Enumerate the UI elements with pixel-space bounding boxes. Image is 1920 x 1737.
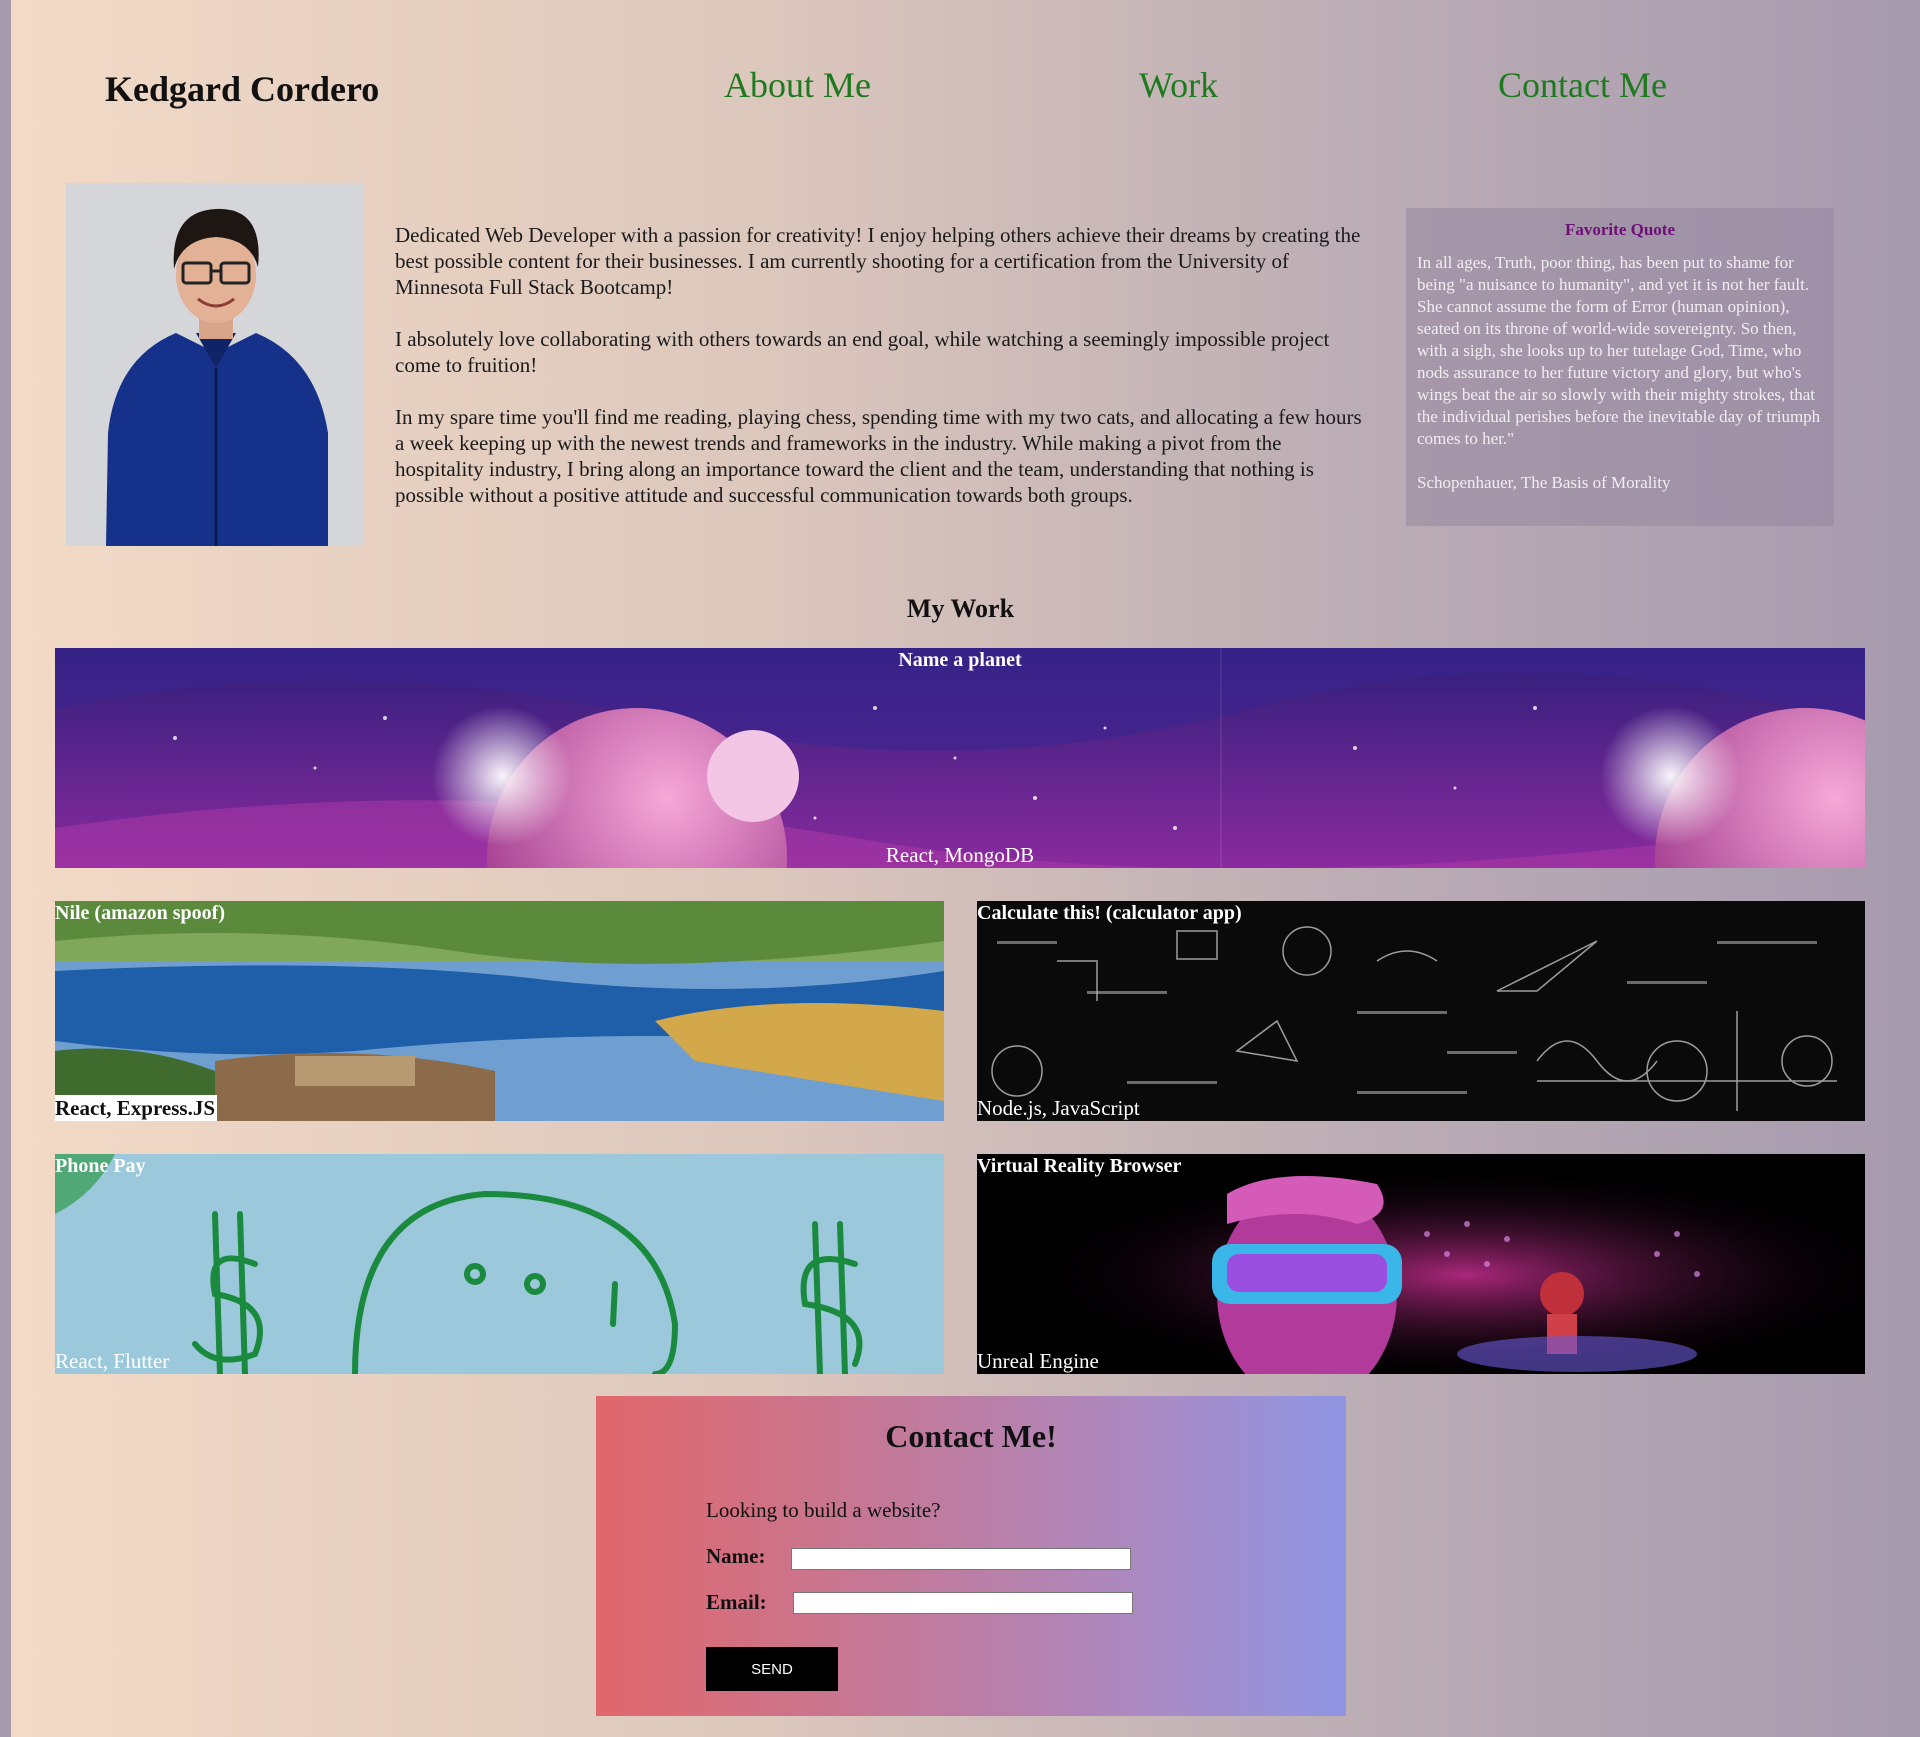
name-input[interactable] bbox=[791, 1548, 1131, 1570]
about-paragraph: Dedicated Web Developer with a passion f… bbox=[395, 223, 1361, 299]
send-button[interactable]: SEND bbox=[706, 1647, 838, 1691]
project-image-dollar-drawing bbox=[55, 1154, 944, 1374]
project-title: Phone Pay bbox=[55, 1155, 146, 1177]
about-me-text: Dedicated Web Developer with a passion f… bbox=[395, 222, 1365, 534]
project-image-space bbox=[55, 648, 1865, 868]
project-tech: Unreal Engine bbox=[977, 1349, 1099, 1373]
project-card-phone-pay[interactable]: Phone Pay React, Flutter bbox=[55, 1154, 944, 1374]
work-section-title: My Work bbox=[906, 594, 1015, 623]
about-paragraph: In my spare time you'll find me reading,… bbox=[395, 405, 1362, 507]
project-card-vr-browser[interactable]: Virtual Reality Browser Unreal Engine bbox=[977, 1154, 1865, 1374]
project-card-name-a-planet[interactable]: Name a planet React, MongoDB bbox=[55, 648, 1865, 868]
about-paragraph: I absolutely love collaborating with oth… bbox=[395, 327, 1330, 377]
project-image-chalkboard bbox=[977, 901, 1865, 1121]
email-label: Email: bbox=[706, 1590, 767, 1614]
project-tech: React, Flutter bbox=[55, 1349, 170, 1373]
quote-text: In all ages, Truth, poor thing, has been… bbox=[1417, 253, 1821, 448]
nav-contact-me[interactable]: Contact Me bbox=[1498, 64, 1667, 106]
project-image-nile-river bbox=[55, 901, 944, 1121]
email-input[interactable] bbox=[793, 1592, 1133, 1614]
project-image-vr-headset bbox=[977, 1154, 1865, 1374]
site-name: Kedgard Cordero bbox=[105, 69, 380, 109]
project-title: Virtual Reality Browser bbox=[977, 1155, 1182, 1177]
project-title: Nile (amazon spoof) bbox=[55, 902, 225, 924]
contact-lead: Looking to build a website? bbox=[706, 1498, 941, 1522]
favorite-quote-box: Favorite Quote In all ages, Truth, poor … bbox=[1406, 208, 1834, 526]
contact-title: Contact Me! bbox=[885, 1418, 1057, 1454]
project-tech: React, MongoDB bbox=[885, 843, 1035, 867]
project-title: Calculate this! (calculator app) bbox=[977, 902, 1242, 924]
quote-title: Favorite Quote bbox=[1565, 220, 1675, 239]
project-card-calculator[interactable]: Calculate this! (calculator app) Node.js… bbox=[977, 901, 1865, 1121]
project-card-nile[interactable]: Nile (amazon spoof) React, Express.JS bbox=[55, 901, 944, 1121]
project-title: Name a planet bbox=[898, 649, 1022, 671]
contact-form: Contact Me! Looking to build a website? … bbox=[596, 1396, 1346, 1716]
profile-photo bbox=[66, 183, 363, 546]
name-label: Name: bbox=[706, 1544, 766, 1568]
nav-work[interactable]: Work bbox=[1139, 64, 1218, 106]
page: Kedgard Cordero About Me Work Contact Me… bbox=[11, 0, 1910, 1737]
nav-about-me[interactable]: About Me bbox=[724, 64, 871, 106]
quote-author: Schopenhauer, The Basis of Morality bbox=[1417, 473, 1671, 492]
project-tech: Node.js, JavaScript bbox=[977, 1096, 1140, 1120]
project-tech: React, Express.JS bbox=[55, 1095, 218, 1121]
